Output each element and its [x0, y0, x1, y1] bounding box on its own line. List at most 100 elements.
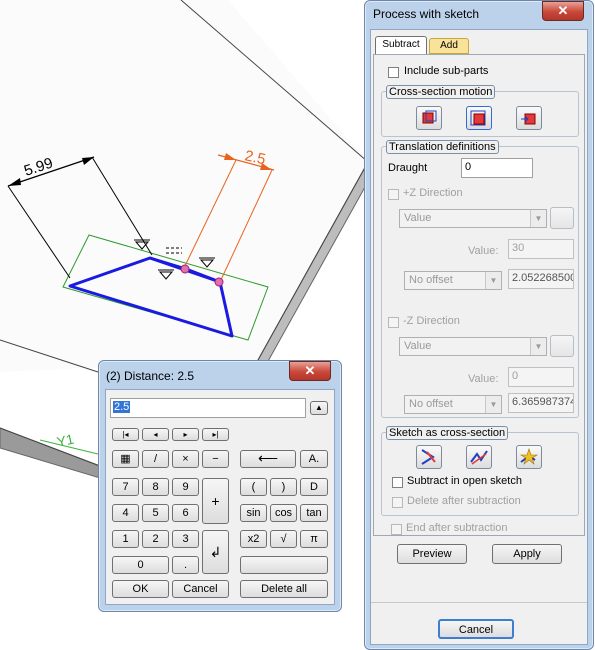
- minus-z-offset-input[interactable]: 6.365987374: [508, 393, 574, 413]
- motion-option-2-icon[interactable]: [466, 106, 492, 130]
- plus-z-label: +Z Direction: [403, 187, 463, 199]
- delete-after-checkbox[interactable]: [392, 497, 403, 508]
- minus-z-checkbox[interactable]: [388, 317, 399, 328]
- tab-add[interactable]: Add: [429, 38, 469, 54]
- backspace-button[interactable]: ⟵: [240, 450, 296, 468]
- square-button[interactable]: x2: [240, 530, 267, 548]
- preview-button[interactable]: Preview: [397, 544, 467, 564]
- plate-top-face: [0, 0, 368, 372]
- d-button[interactable]: D: [300, 478, 328, 496]
- sqrt-button[interactable]: √: [270, 530, 297, 548]
- digit-7-button[interactable]: 7: [112, 478, 139, 496]
- dialog-title: Process with sketch: [373, 7, 480, 21]
- paren-open-button[interactable]: (: [240, 478, 267, 496]
- sketch-as-cross-section-group: Sketch as cross-section Subtract in open…: [381, 426, 579, 516]
- ok-button[interactable]: OK: [112, 580, 169, 598]
- plus-z-mode-value: Value: [404, 212, 432, 224]
- draught-input[interactable]: 0: [461, 158, 533, 178]
- decimal-button[interactable]: .: [172, 556, 199, 574]
- tab-subtract[interactable]: Subtract: [375, 36, 427, 54]
- plus-z-offset-select[interactable]: No offset ▼: [404, 271, 502, 290]
- dialog-client: Subtract Add Include sub-parts Cross-sec…: [370, 29, 588, 645]
- tan-button[interactable]: tan: [300, 504, 328, 522]
- translation-definitions-label: Translation definitions: [386, 140, 499, 154]
- digit-9-button[interactable]: 9: [172, 478, 199, 496]
- nav-last-button[interactable]: ▸|: [202, 428, 229, 441]
- digit-0-button[interactable]: 0: [112, 556, 169, 574]
- digit-4-button[interactable]: 4: [112, 504, 139, 522]
- cos-button[interactable]: cos: [270, 504, 297, 522]
- distance-input-value: 2.5: [113, 401, 131, 413]
- plus-z-mode-select[interactable]: Value ▼: [399, 209, 547, 228]
- digit-8-button[interactable]: 8: [142, 478, 169, 496]
- a-button[interactable]: A.: [300, 450, 328, 468]
- subtract-open-sketch-label: Subtract in open sketch: [407, 475, 522, 487]
- plus-z-offset-input[interactable]: 2.052268500: [508, 269, 574, 289]
- plus-z-checkbox[interactable]: [388, 189, 399, 200]
- chevron-down-icon: ▼: [485, 396, 501, 413]
- minus-z-value-input[interactable]: 0: [508, 367, 574, 387]
- digit-3-button[interactable]: 3: [172, 530, 199, 548]
- nav-first-button[interactable]: |◂: [112, 428, 139, 441]
- chevron-down-icon: ▼: [485, 272, 501, 289]
- minus-z-mode-select[interactable]: Value ▼: [399, 337, 547, 356]
- calc-close-button[interactable]: ✕: [289, 361, 331, 381]
- distance-calculator-dialog: (2) Distance: 2.5 ✕ 2.5 ▲ |◂ ◂ ▸ ▸| ▦ / …: [98, 360, 342, 612]
- constraint-point[interactable]: [180, 264, 190, 274]
- plus-z-value-input[interactable]: 30: [508, 239, 574, 259]
- sketch-option-1-icon[interactable]: [416, 445, 442, 469]
- calc-cancel-button[interactable]: Cancel: [172, 580, 229, 598]
- end-after-checkbox[interactable]: [391, 524, 402, 535]
- pi-button[interactable]: π: [300, 530, 328, 548]
- plus-button[interactable]: +: [202, 478, 229, 524]
- minus-z-value-label: Value:: [468, 373, 499, 385]
- delete-all-button[interactable]: Delete all: [240, 580, 328, 598]
- digit-1-button[interactable]: 1: [112, 530, 139, 548]
- divide-button[interactable]: /: [142, 450, 169, 468]
- multiply-button[interactable]: ×: [172, 450, 199, 468]
- minus-button[interactable]: −: [202, 450, 229, 468]
- plus-z-value-label: Value:: [468, 245, 499, 257]
- motion-option-1-icon[interactable]: [416, 106, 442, 130]
- constraint-point[interactable]: [214, 277, 224, 287]
- paren-close-button[interactable]: ): [270, 478, 297, 496]
- include-subparts-label: Include sub-parts: [404, 65, 489, 77]
- minus-z-mode-value: Value: [404, 340, 432, 352]
- chevron-down-icon: ▼: [530, 338, 546, 355]
- history-up-button[interactable]: ▲: [310, 401, 328, 415]
- enter-button[interactable]: ↲: [202, 530, 229, 574]
- minus-z-offset-select[interactable]: No offset ▼: [404, 395, 502, 414]
- include-subparts-checkbox[interactable]: [388, 67, 399, 78]
- chevron-down-icon: ▼: [530, 210, 546, 227]
- motion-option-3-icon[interactable]: [516, 106, 542, 130]
- cancel-button[interactable]: Cancel: [438, 619, 514, 639]
- sketch-option-2-icon[interactable]: [466, 445, 492, 469]
- draught-label: Draught: [388, 162, 428, 174]
- apply-button[interactable]: Apply: [492, 544, 562, 564]
- process-with-sketch-dialog: Process with sketch ✕ Subtract Add Inclu…: [364, 0, 594, 650]
- space-button[interactable]: [240, 556, 328, 574]
- calc-client: 2.5 ▲ |◂ ◂ ▸ ▸| ▦ / × − ⟵ A. 7 8 9 + ( )…: [105, 389, 335, 605]
- cross-section-motion-group: Cross-section motion: [381, 85, 579, 137]
- footer-divider: [371, 602, 587, 603]
- cross-section-motion-label: Cross-section motion: [386, 85, 496, 99]
- minus-z-label: -Z Direction: [403, 315, 460, 327]
- subtract-open-sketch-checkbox[interactable]: [392, 477, 403, 488]
- calc-title: (2) Distance: 2.5: [106, 369, 195, 383]
- digit-2-button[interactable]: 2: [142, 530, 169, 548]
- calculator-icon[interactable]: ▦: [112, 450, 139, 468]
- digit-5-button[interactable]: 5: [142, 504, 169, 522]
- nav-next-button[interactable]: ▸: [172, 428, 199, 441]
- sin-button[interactable]: sin: [240, 504, 267, 522]
- distance-input[interactable]: 2.5: [110, 398, 306, 418]
- y-axis-label: Y1: [55, 431, 75, 450]
- plus-z-pick-icon[interactable]: [550, 207, 574, 229]
- plus-z-offset-value: No offset: [409, 274, 453, 286]
- close-button[interactable]: ✕: [542, 1, 584, 21]
- sketch-option-3-icon[interactable]: [516, 445, 542, 469]
- digit-6-button[interactable]: 6: [172, 504, 199, 522]
- delete-after-label: Delete after subtraction: [407, 495, 521, 507]
- minus-z-pick-icon[interactable]: [550, 335, 574, 357]
- plate-front-face: [0, 427, 101, 479]
- nav-prev-button[interactable]: ◂: [142, 428, 169, 441]
